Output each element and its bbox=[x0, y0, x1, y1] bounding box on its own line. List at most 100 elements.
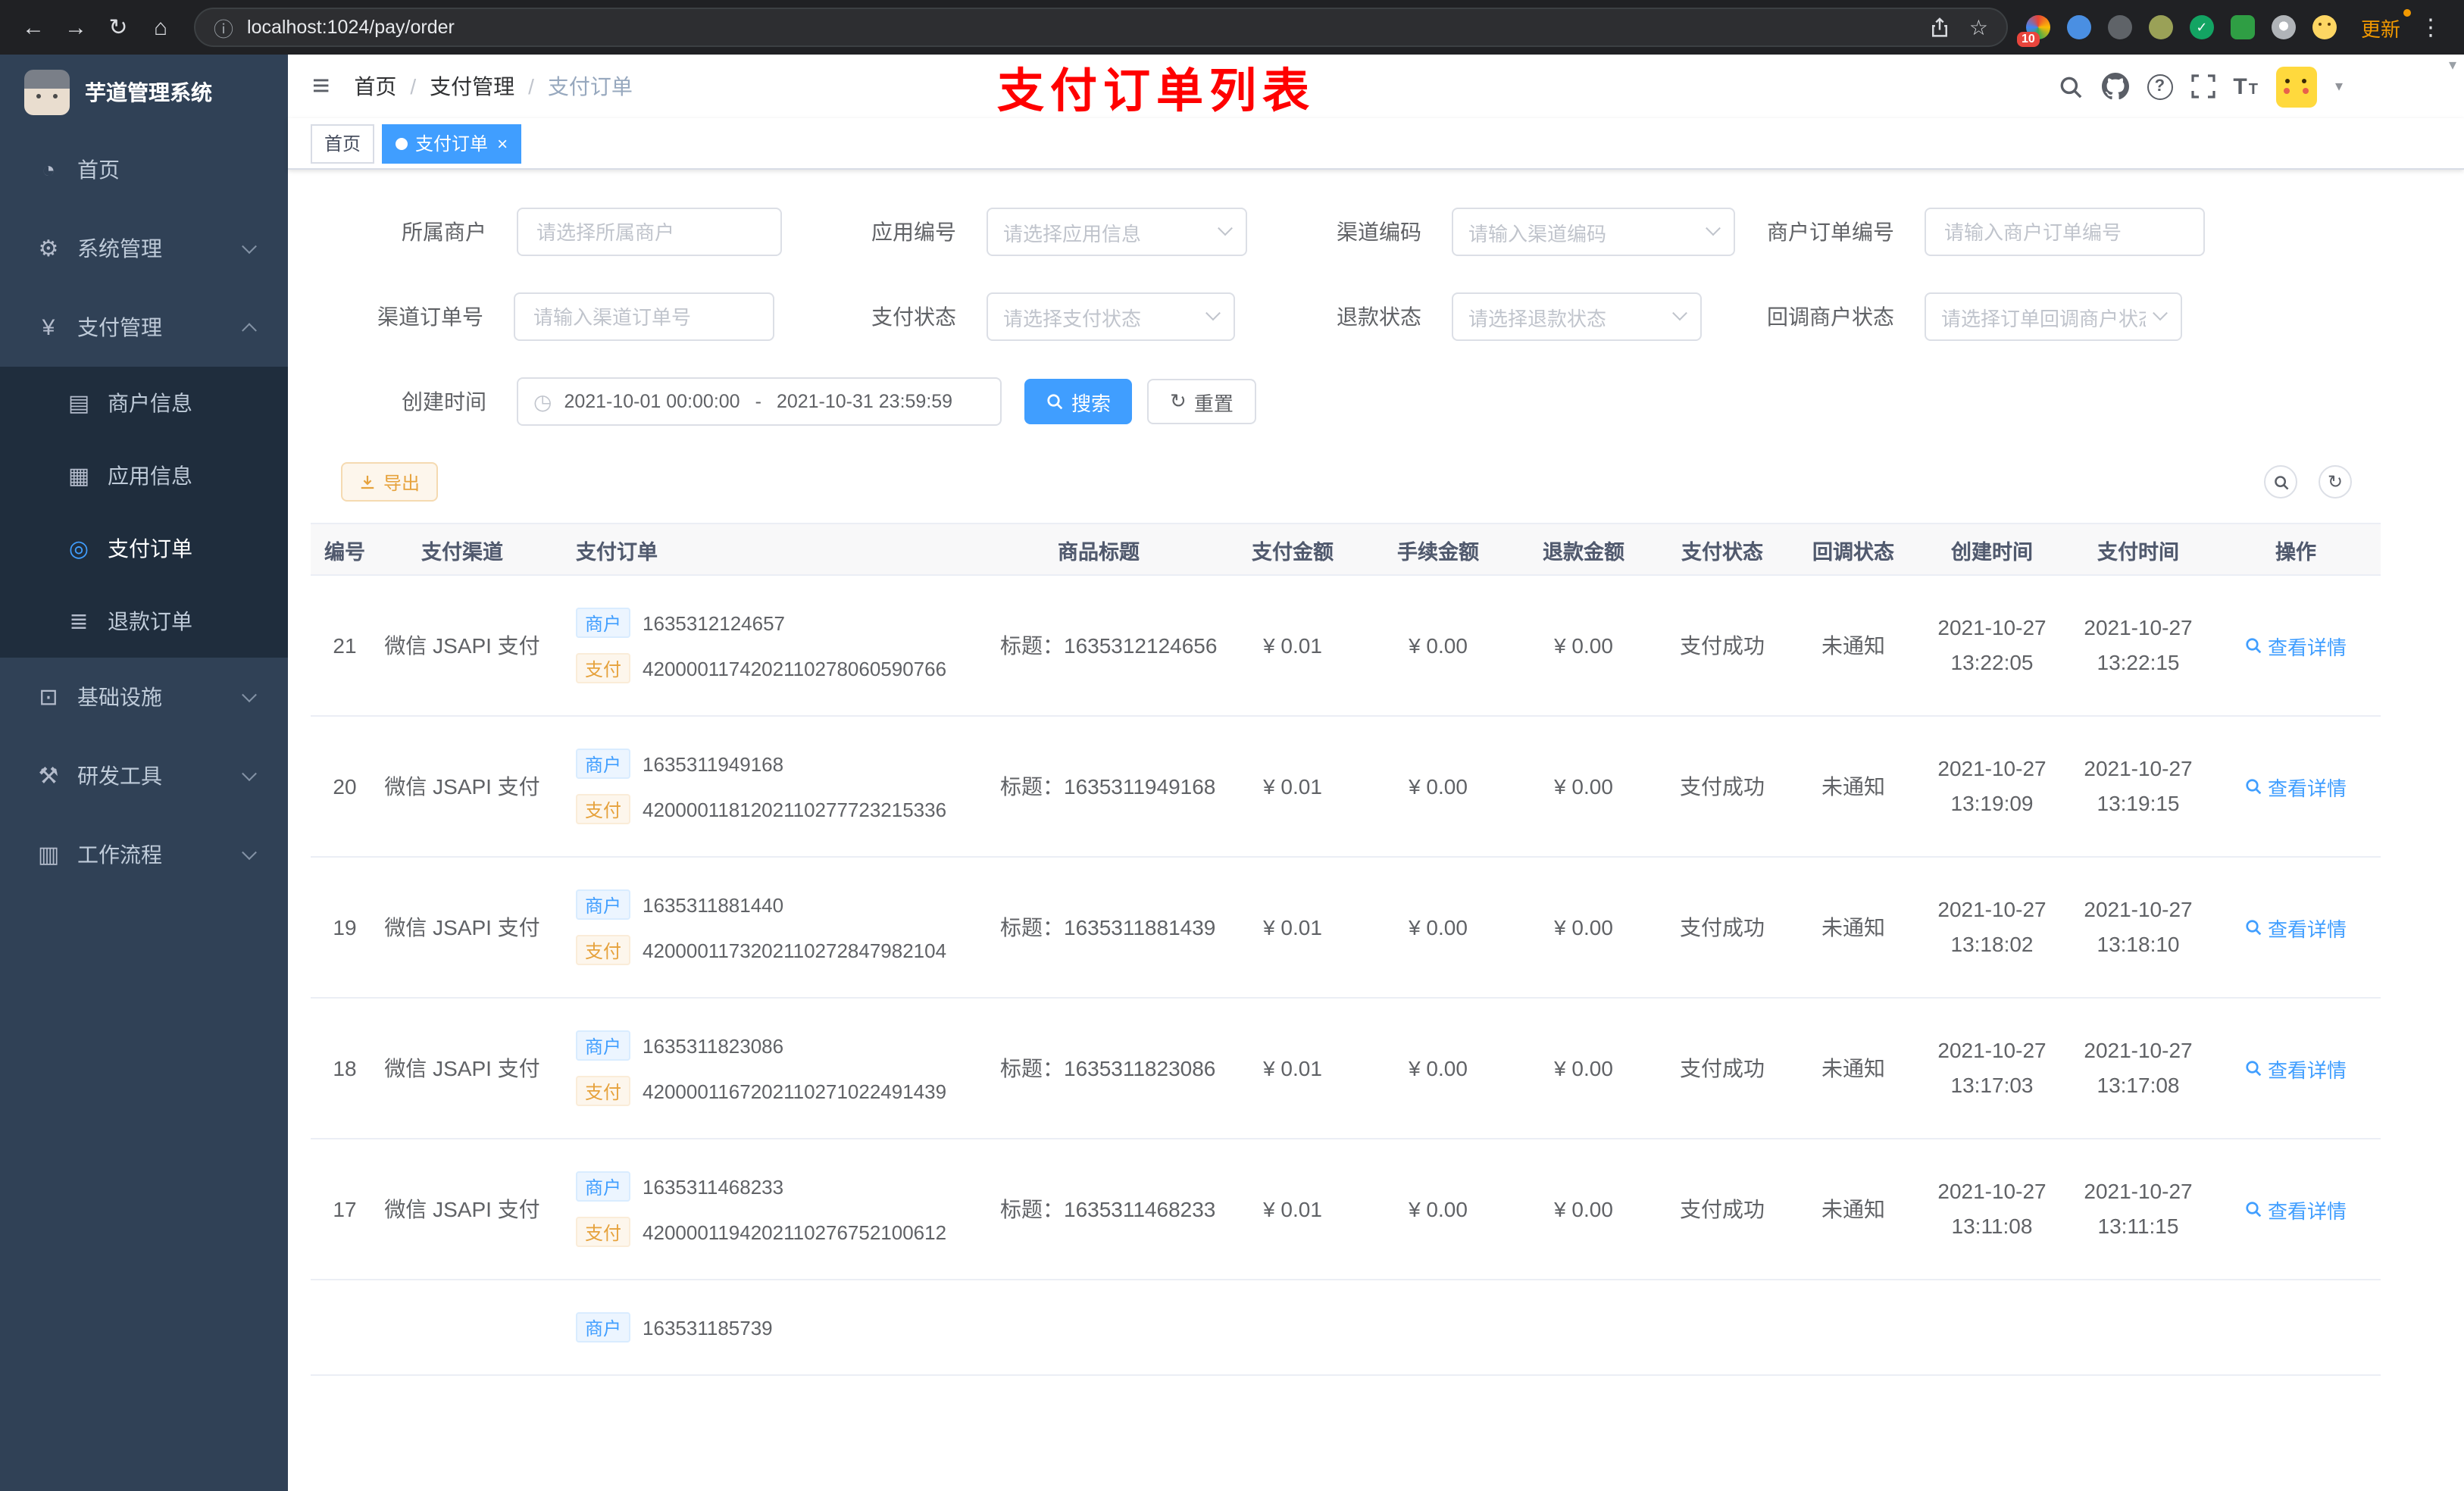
url-text[interactable]: localhost:1024/pay/order bbox=[247, 17, 1912, 38]
cell-channel: 微信 JSAPI 支付 bbox=[379, 716, 546, 858]
chevron-up-icon bbox=[242, 323, 257, 339]
extension-icon[interactable] bbox=[2107, 15, 2132, 39]
update-button[interactable]: 更新 bbox=[2361, 8, 2411, 42]
sidebar-item-payment[interactable]: ¥ 支付管理 bbox=[0, 288, 288, 367]
sidebar-item-app-info[interactable]: ▦ 应用信息 bbox=[0, 439, 288, 512]
filter-merchant: 所属商户 bbox=[311, 208, 782, 256]
sidebar-item-workflow[interactable]: ▥ 工作流程 bbox=[0, 815, 288, 894]
pay-status-select[interactable]: 请选择支付状态 bbox=[987, 292, 1235, 341]
grid-icon: ▦ bbox=[67, 464, 90, 489]
view-detail-link[interactable]: 查看详情 bbox=[2245, 772, 2347, 801]
refund-status-select[interactable]: 请选择退款状态 bbox=[1452, 292, 1702, 341]
view-detail-link[interactable]: 查看详情 bbox=[2245, 1195, 2347, 1224]
breadcrumb-payment[interactable]: 支付管理 bbox=[430, 71, 514, 102]
cell-fee: ¥ 0.00 bbox=[1365, 1139, 1511, 1280]
date-end: 2021-10-31 23:59:59 bbox=[776, 391, 953, 412]
fullscreen-icon[interactable] bbox=[2190, 74, 2215, 98]
view-detail-link[interactable]: 查看详情 bbox=[2245, 913, 2347, 942]
sidebar-item-infra[interactable]: ⊡ 基础设施 bbox=[0, 658, 288, 736]
browser-menu-icon[interactable]: ⋮ bbox=[2409, 6, 2452, 48]
help-icon[interactable]: ? bbox=[2147, 73, 2173, 99]
extension-check-icon[interactable]: ✓ bbox=[2189, 15, 2214, 39]
address-bar[interactable]: ⓘ localhost:1024/pay/order ☆ bbox=[194, 8, 2008, 47]
channel-order-no-input[interactable] bbox=[514, 292, 774, 341]
extension-icon[interactable]: 10 bbox=[2016, 15, 2050, 47]
view-detail-link[interactable]: 查看详情 bbox=[2245, 631, 2347, 660]
menu-label: 应用信息 bbox=[108, 464, 192, 488]
col-pay-order: 支付订单 bbox=[546, 523, 977, 576]
sidebar-item-system[interactable]: ⚙ 系统管理 bbox=[0, 209, 288, 288]
cell-paid: 2021-10-27 13:22:15 bbox=[2065, 575, 2211, 717]
forward-icon[interactable]: → bbox=[55, 6, 97, 48]
search-button[interactable]: 搜索 bbox=[1024, 379, 1133, 424]
back-icon[interactable]: ← bbox=[12, 6, 55, 48]
cell-title: 标题：1635311881439 bbox=[977, 857, 1220, 999]
sidebar-item-merchant-info[interactable]: ▤ 商户信息 bbox=[0, 367, 288, 439]
font-size-icon[interactable]: TT bbox=[2233, 75, 2258, 98]
view-detail-link[interactable]: 查看详情 bbox=[2245, 1054, 2347, 1083]
merchant-order-no-input[interactable] bbox=[1925, 208, 2205, 256]
toggle-search-button[interactable] bbox=[2264, 465, 2297, 499]
pay-tag: 支付 bbox=[576, 653, 631, 683]
cell-refund: ¥ 0.00 bbox=[1511, 575, 1656, 717]
close-icon[interactable]: × bbox=[497, 134, 508, 152]
field-label: 商户订单编号 bbox=[1767, 220, 1894, 244]
table-toolbar: 导出 ↻ bbox=[311, 462, 2464, 502]
user-avatar[interactable] bbox=[2275, 66, 2317, 107]
action-label: 查看详情 bbox=[2267, 917, 2347, 940]
menu-label: 基础设施 bbox=[77, 685, 162, 709]
breadcrumb-separator: / bbox=[410, 74, 417, 98]
reset-button[interactable]: ↻ 重置 bbox=[1147, 379, 1256, 424]
extension-pin-icon[interactable] bbox=[2271, 15, 2296, 39]
sidebar-item-dev-tools[interactable]: ⚒ 研发工具 bbox=[0, 736, 288, 815]
menu-label: 系统管理 bbox=[77, 236, 162, 261]
col-notify: 回调状态 bbox=[1788, 523, 1918, 576]
reload-icon[interactable]: ↻ bbox=[97, 6, 139, 48]
extension-icon[interactable] bbox=[2148, 15, 2173, 39]
tab-pay-order[interactable]: 支付订单 × bbox=[382, 123, 522, 163]
cell-title: 标题：1635312124656 bbox=[977, 575, 1220, 717]
refresh-table-button[interactable]: ↻ bbox=[2319, 465, 2352, 499]
extension-icon[interactable] bbox=[2230, 15, 2255, 39]
avatar-caret-icon[interactable]: ▾ bbox=[2335, 78, 2343, 95]
channel-order-no: 4200001181202110277723215336 bbox=[643, 798, 947, 821]
search-icon[interactable] bbox=[2057, 73, 2083, 99]
bookmark-star-icon[interactable]: ☆ bbox=[1969, 14, 1988, 40]
cell-refund: ¥ 0.00 bbox=[1511, 1139, 1656, 1280]
table-header-row: 编号 支付渠道 支付订单 商品标题 支付金额 手续金额 退款金额 支付状态 回调… bbox=[311, 523, 2381, 576]
channel-code-select[interactable]: 请输入渠道编码 bbox=[1452, 208, 1735, 256]
app-logo[interactable]: 芋道管理系统 bbox=[0, 55, 288, 130]
extension-emoji-icon[interactable] bbox=[2312, 15, 2337, 39]
extension-icon[interactable] bbox=[2066, 15, 2091, 39]
breadcrumb-home[interactable]: 首页 bbox=[354, 71, 396, 102]
share-icon[interactable] bbox=[1930, 17, 1951, 38]
home-icon[interactable]: ⌂ bbox=[139, 6, 182, 48]
notify-status-select[interactable]: 请选择订单回调商户状态 bbox=[1925, 292, 2182, 341]
export-button[interactable]: 导出 bbox=[341, 462, 439, 502]
site-info-icon[interactable]: ⓘ bbox=[214, 13, 233, 42]
tab-home[interactable]: 首页 bbox=[311, 123, 375, 163]
cell-paid: 2021-10-27 13:19:15 bbox=[2065, 716, 2211, 858]
sidebar-item-home[interactable]: ◔ 首页 bbox=[0, 130, 288, 209]
app-id-select[interactable]: 请选择应用信息 bbox=[987, 208, 1247, 256]
collapse-chevron-icon[interactable]: ▾ bbox=[2449, 58, 2456, 74]
date: 2021-10-27 bbox=[2084, 755, 2193, 780]
merchant-tag: 商户 bbox=[576, 1030, 631, 1061]
cell-fee: ¥ 0.00 bbox=[1365, 716, 1511, 858]
date-range-picker[interactable]: ◷ 2021-10-01 00:00:00 - 2021-10-31 23:59… bbox=[517, 377, 1002, 426]
cell-pay-order: 商户 163531185739 bbox=[546, 1280, 977, 1376]
cell-amount: ¥ 0.01 bbox=[1220, 575, 1365, 717]
extension-badge: 10 bbox=[2016, 32, 2040, 47]
merchant-input[interactable] bbox=[517, 208, 782, 256]
github-icon[interactable] bbox=[2101, 73, 2129, 100]
hamburger-icon[interactable]: ≡ bbox=[312, 71, 330, 102]
filter-refund-status: 退款状态 请选择退款状态 bbox=[1235, 292, 1702, 341]
merchant-order-no: 1635311881440 bbox=[643, 893, 784, 916]
time: 13:11:15 bbox=[2097, 1214, 2179, 1238]
sidebar-item-refund-order[interactable]: ≣ 退款订单 bbox=[0, 585, 288, 658]
sidebar-item-pay-order[interactable]: ◎ 支付订单 bbox=[0, 512, 288, 585]
cell-title: 标题：1635311823086 bbox=[977, 998, 1220, 1139]
col-action: 操作 bbox=[2211, 523, 2381, 576]
date: 2021-10-27 bbox=[2084, 896, 2193, 921]
table-row: 19 微信 JSAPI 支付 商户 1635311881440 支付 4200001… bbox=[311, 857, 2381, 999]
